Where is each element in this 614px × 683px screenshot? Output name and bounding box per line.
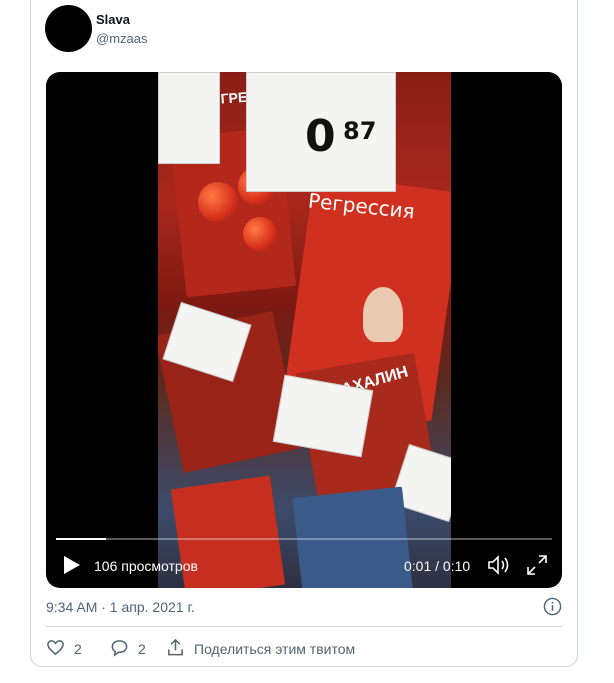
video-controls: 106 просмотров 0:01 / 0:10 <box>46 548 562 588</box>
video-time: 0:01 / 0:10 <box>404 558 471 574</box>
video-frame: ТИГРЕН Регрессия 0 87 САХАЛИН <box>158 72 451 588</box>
video-progress-fill <box>56 538 106 540</box>
tomato-image <box>198 182 238 222</box>
divider <box>46 626 562 627</box>
heart-icon <box>46 638 65 660</box>
share-button[interactable]: Поделиться этим твитом <box>166 638 356 660</box>
price-tag <box>158 72 220 164</box>
video-progress-bar[interactable] <box>56 538 552 540</box>
video-player[interactable]: ТИГРЕН Регрессия 0 87 САХАЛИН 106 просмо… <box>46 72 562 588</box>
reply-button[interactable]: 2 <box>110 639 146 659</box>
reply-count: 2 <box>138 641 146 657</box>
volume-icon[interactable] <box>486 554 512 576</box>
author-name[interactable]: Slava <box>96 12 130 27</box>
author-handle[interactable]: @mzaas <box>96 31 148 46</box>
price-tag: 0 87 <box>246 72 396 192</box>
tweet-timestamp[interactable]: 9:34 AM · 1 апр. 2021 г. <box>46 599 195 615</box>
share-icon <box>166 638 185 660</box>
like-button[interactable]: 2 <box>46 639 82 659</box>
speech-bubble-icon <box>110 638 129 660</box>
play-icon[interactable] <box>60 554 82 576</box>
fullscreen-icon[interactable] <box>526 554 548 576</box>
avatar[interactable] <box>45 5 92 52</box>
tomato-image <box>243 217 277 251</box>
info-icon[interactable] <box>543 597 562 616</box>
like-count: 2 <box>74 641 82 657</box>
portrait <box>363 287 403 342</box>
view-count: 106 просмотров <box>94 558 198 574</box>
share-label: Поделиться этим твитом <box>194 641 356 657</box>
